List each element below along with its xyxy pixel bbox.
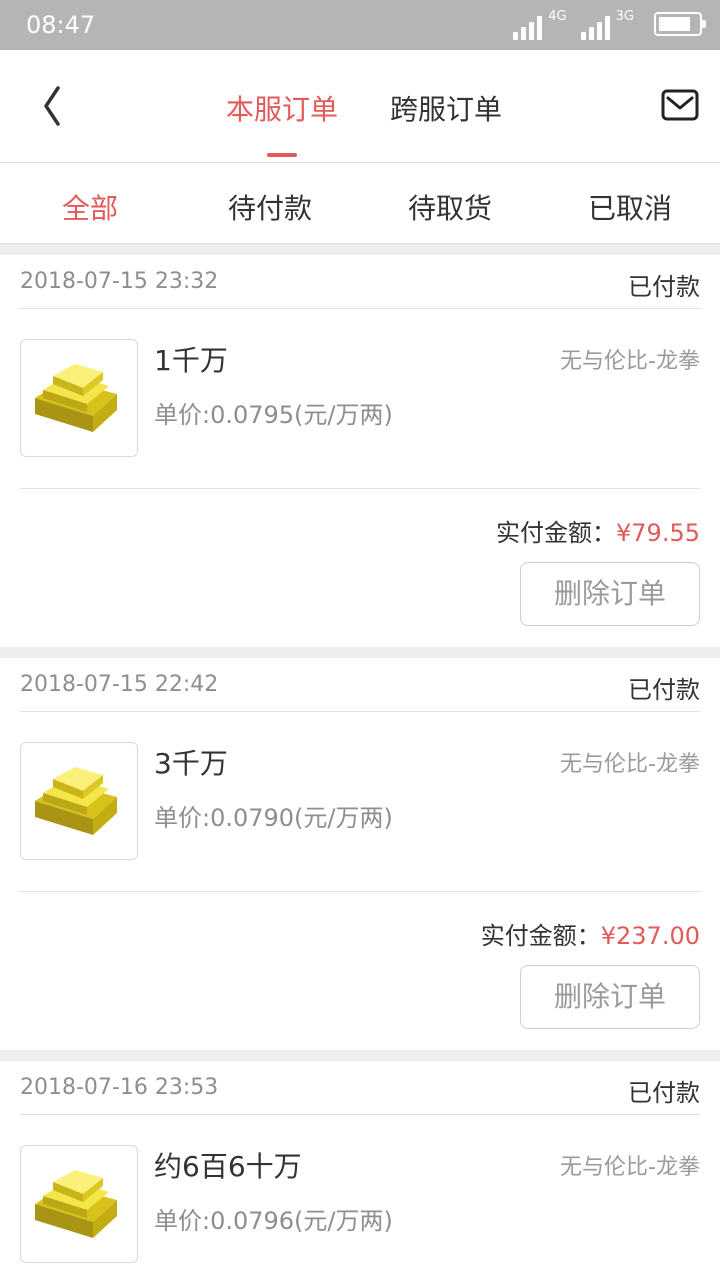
filter-cancelled[interactable]: 已取消	[540, 187, 720, 227]
filter-all[interactable]: 全部	[0, 187, 180, 227]
order-quantity: 约6百6十万	[154, 1150, 302, 1183]
order-seller: 无与伦比-龙拳	[560, 349, 700, 374]
divider	[20, 488, 700, 489]
network-type-1: 4G	[548, 9, 567, 24]
order-status: 已付款	[628, 273, 700, 301]
order-date: 2018-07-15 23:32	[20, 269, 219, 294]
paid-label: 实付金额：	[480, 922, 601, 950]
divider	[20, 1114, 700, 1115]
unit-price: 单价:0.0790(元/万两)	[154, 804, 393, 832]
order-card: 2018-07-16 23:53 已付款 约6百6十万 无与伦比-龙拳 单价:0…	[0, 1061, 720, 1280]
tab-cross-server-orders[interactable]: 跨服订单	[390, 88, 502, 128]
paid-amount: ¥237.00	[600, 922, 700, 950]
unit-price: 单价:0.0796(元/万两)	[154, 1207, 393, 1235]
divider	[20, 891, 700, 892]
paid-amount: ¥79.55	[616, 519, 700, 547]
filter-pending-payment[interactable]: 待付款	[180, 187, 360, 227]
status-bar: 08:47 4G 3G	[0, 0, 720, 50]
signal-icon	[513, 14, 543, 40]
divider	[20, 711, 700, 712]
gold-bars-icon	[35, 1170, 117, 1238]
tab-local-orders[interactable]: 本服订单	[226, 88, 338, 128]
status-icons: 4G 3G	[513, 9, 706, 40]
delete-order-button[interactable]: 删除订单	[520, 965, 700, 1029]
paid-label: 实付金额：	[496, 519, 617, 547]
gold-bars-icon	[35, 364, 117, 432]
order-quantity: 3千万	[154, 747, 228, 780]
header: 本服订单 跨服订单	[0, 50, 720, 163]
delete-order-button[interactable]: 删除订单	[520, 562, 700, 626]
order-seller: 无与伦比-龙拳	[560, 752, 700, 777]
battery-level	[659, 17, 690, 31]
order-card: 2018-07-15 22:42 已付款 3千万 无与伦比-龙拳 单价:0.07…	[0, 658, 720, 1050]
order-status: 已付款	[628, 1079, 700, 1107]
network-type-2: 3G	[615, 9, 634, 24]
order-date: 2018-07-16 23:53	[20, 1075, 219, 1100]
paid-amount-row: 实付金额：¥79.55	[496, 513, 700, 548]
battery-icon	[654, 12, 706, 36]
order-seller: 无与伦比-龙拳	[560, 1155, 700, 1180]
paid-amount-row: 实付金额：¥237.00	[481, 916, 700, 951]
chevron-left-icon[interactable]	[36, 84, 76, 128]
signal-icon	[580, 14, 610, 40]
order-quantity: 1千万	[154, 344, 228, 377]
order-date: 2018-07-15 22:42	[20, 672, 219, 697]
active-tab-indicator	[267, 153, 297, 157]
status-time: 08:47	[26, 11, 96, 39]
filter-pending-pickup[interactable]: 待取货	[360, 187, 540, 227]
gold-bars-thumbnail	[20, 339, 138, 457]
gold-bars-thumbnail	[20, 742, 138, 860]
filter-bar: 全部 待付款 待取货 已取消	[0, 163, 720, 244]
gold-bars-icon	[35, 767, 117, 835]
order-card: 2018-07-15 23:32 已付款 1千万 无与伦比-龙拳 单价:0.07…	[0, 255, 720, 647]
order-status: 已付款	[628, 676, 700, 704]
gold-bars-thumbnail	[20, 1145, 138, 1263]
divider	[20, 308, 700, 309]
unit-price: 单价:0.0795(元/万两)	[154, 401, 393, 429]
mail-icon[interactable]	[661, 89, 699, 121]
